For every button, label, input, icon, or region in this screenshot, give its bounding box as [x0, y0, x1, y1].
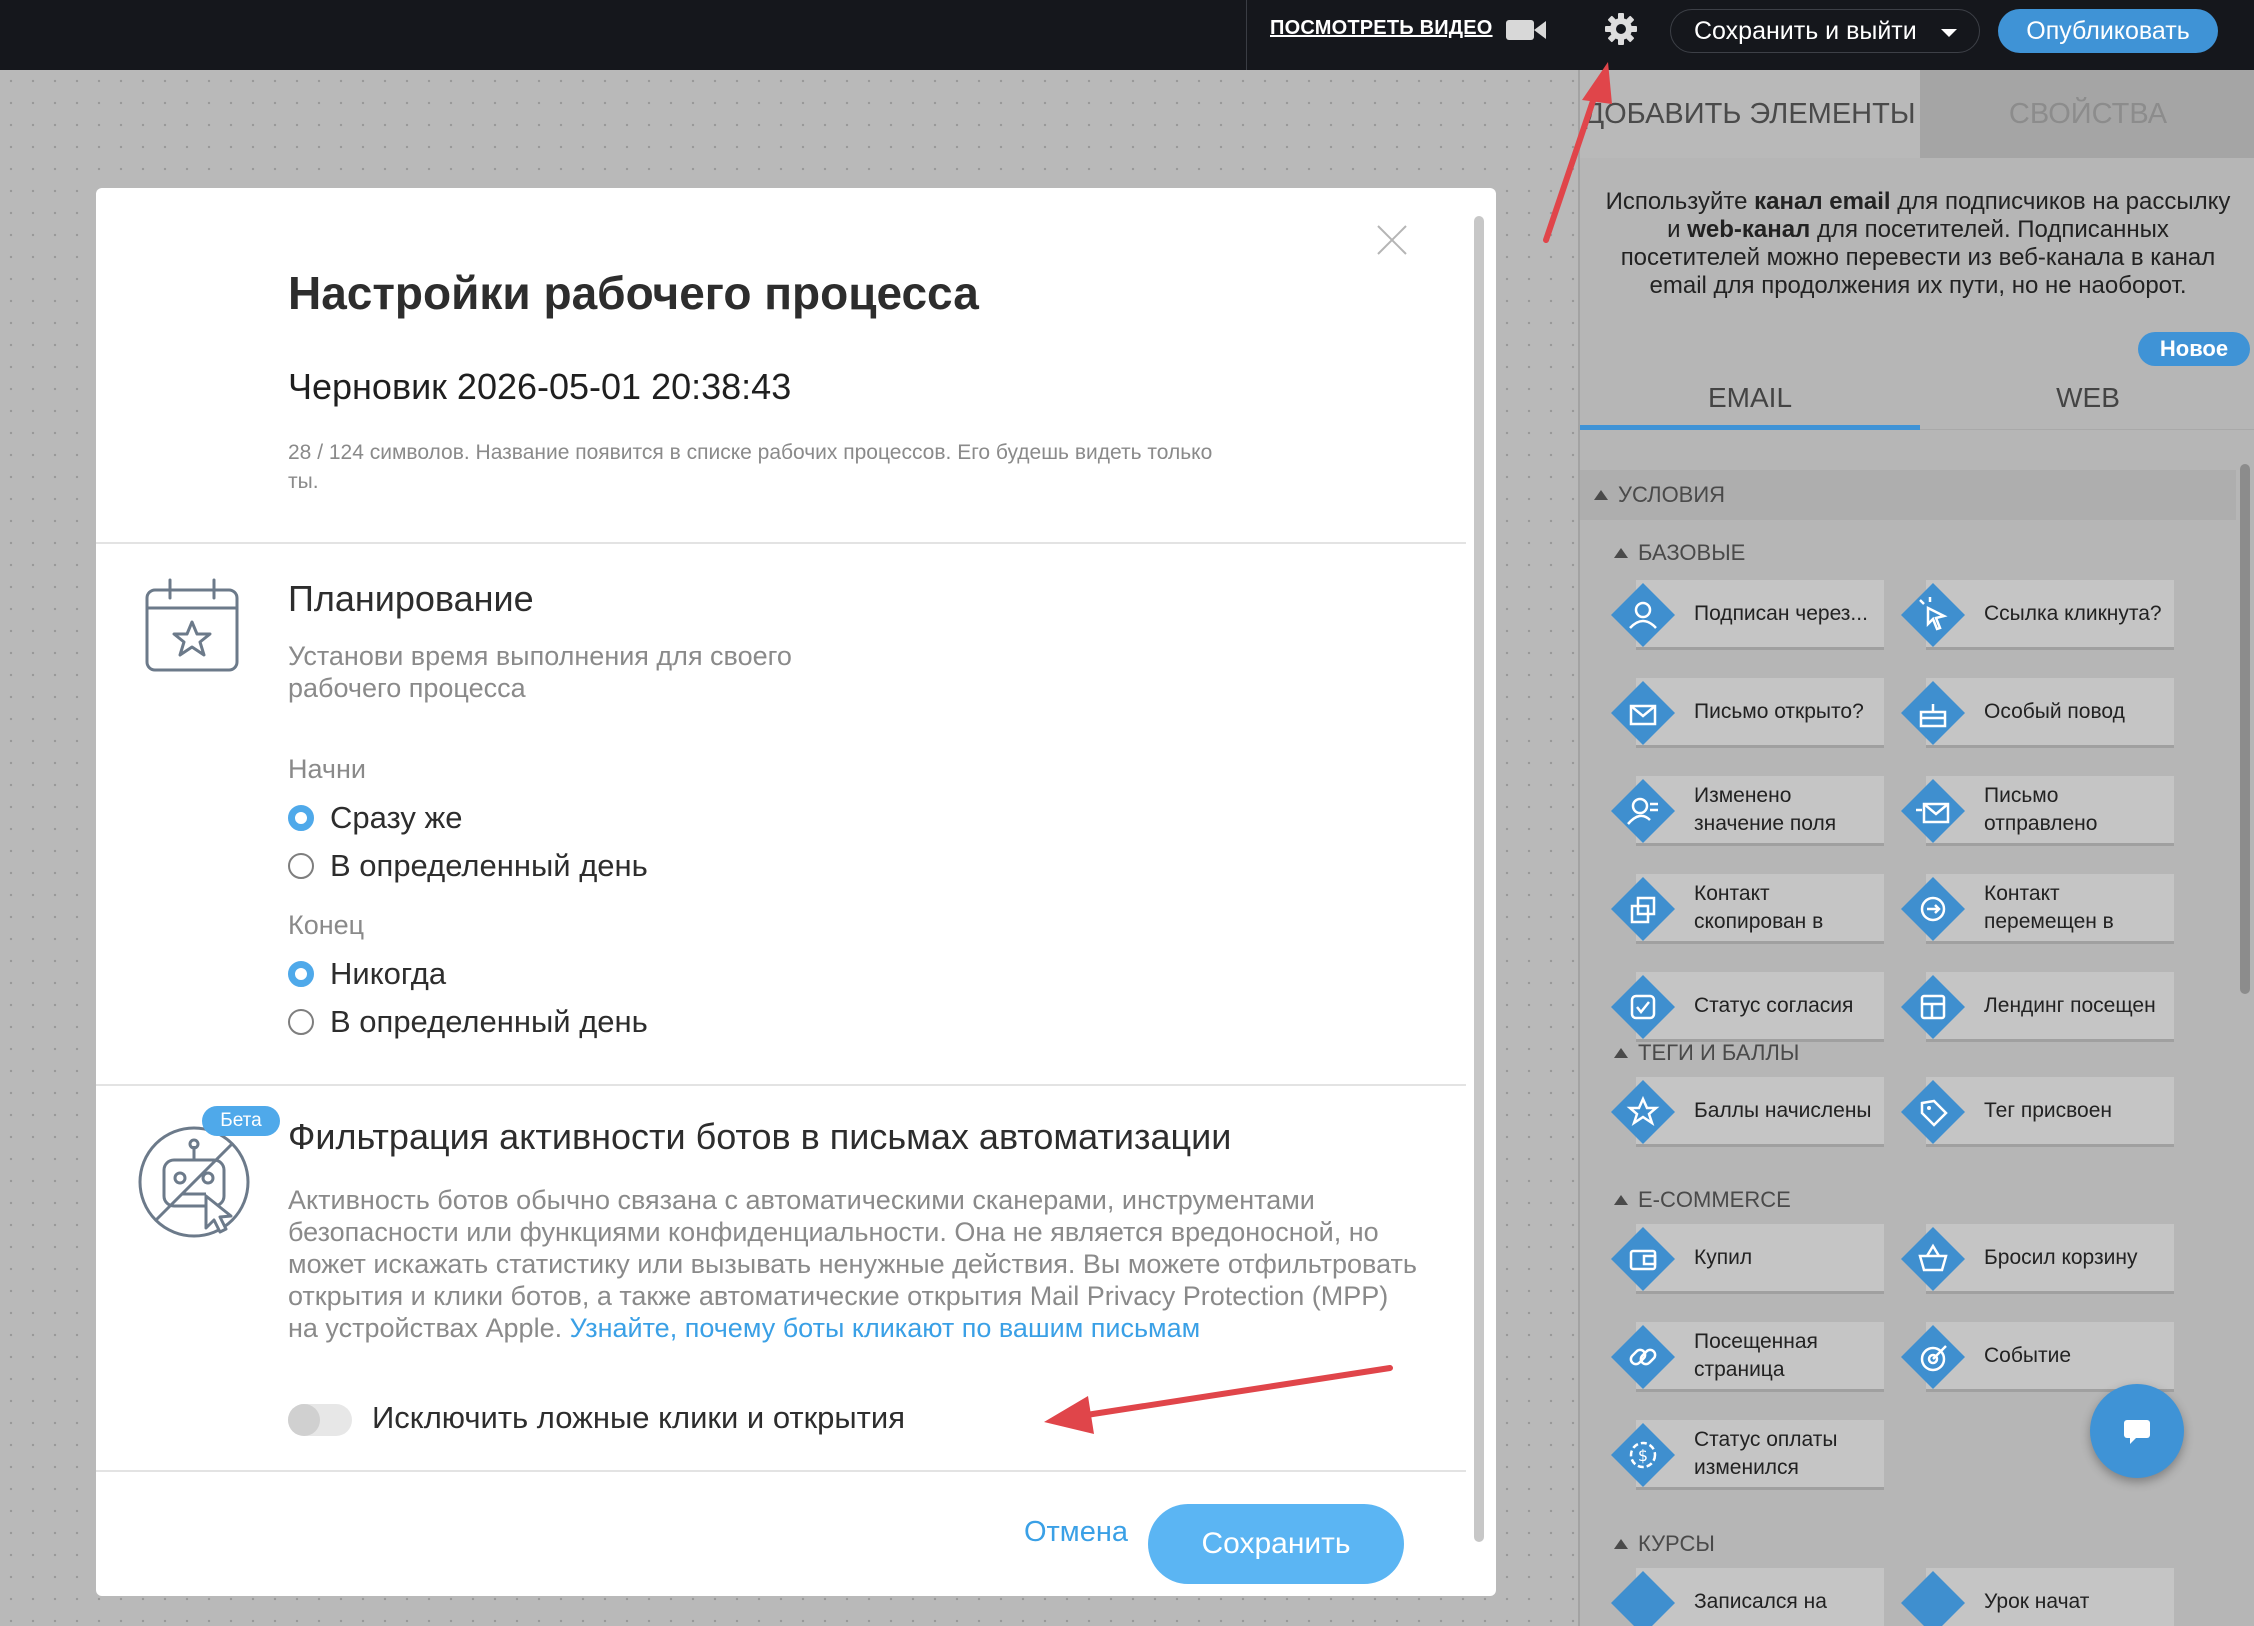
save-button[interactable]: Сохранить — [1148, 1504, 1404, 1584]
radio-unselected[interactable] — [288, 853, 314, 879]
tab-add-elements[interactable]: ДОБАВИТЬ ЭЛЕМЕНТЫ — [1580, 70, 1920, 158]
watch-video-link[interactable]: ПОСМОТРЕТЬ ВИДЕО — [1270, 17, 1493, 40]
tab-email-channel[interactable]: EMAIL — [1580, 366, 1920, 430]
divider — [96, 542, 1466, 544]
element-tile[interactable]: Письмо открыто? — [1602, 676, 1884, 750]
name-hint: 28 / 124 символов. Название появится в с… — [288, 441, 1213, 493]
element-tile[interactable]: Контакт скопирован в — [1602, 872, 1884, 946]
channel-info-text: Используйте канал email для подписчиков … — [1605, 188, 2231, 299]
radio-unselected[interactable] — [288, 1009, 314, 1035]
user-edit-icon — [1611, 779, 1675, 843]
triangle-up-icon — [1614, 1539, 1628, 1549]
cake-icon — [1901, 681, 1965, 745]
publish-button[interactable]: Опубликовать — [1998, 9, 2218, 53]
top-bar: ПОСМОТРЕТЬ ВИДЕО Сохранить и выйти Опубл… — [0, 0, 2254, 70]
basket-icon — [1901, 1227, 1965, 1291]
element-tile[interactable]: Изменено значение поля — [1602, 774, 1884, 848]
library-scrollbar-thumb[interactable] — [2240, 464, 2250, 994]
end-specific-day-option[interactable]: В определенный день — [288, 1002, 648, 1042]
library-scrollbar[interactable] — [2238, 462, 2252, 1622]
scheduling-description: Установи время выполнения для своего раб… — [288, 641, 792, 703]
envelope-send-icon — [1901, 779, 1965, 843]
element-tile[interactable]: Урок начат — [1892, 1566, 2174, 1626]
modal-scrollbar[interactable] — [1472, 216, 1486, 1552]
end-never-option[interactable]: Никогда — [288, 954, 446, 994]
element-tile[interactable]: Баллы начислены — [1602, 1075, 1884, 1149]
radio-selected[interactable] — [288, 961, 314, 987]
envelope-open-icon — [1611, 681, 1675, 745]
learn-bots-link[interactable]: Узнайте, почему боты кликают по вашим пи… — [570, 1313, 1201, 1343]
radio-selected[interactable] — [288, 805, 314, 831]
triangle-up-icon — [1594, 490, 1608, 500]
cancel-button[interactable]: Отмена — [976, 1504, 1176, 1560]
calendar-star-icon — [145, 578, 239, 672]
triangle-up-icon — [1614, 1195, 1628, 1205]
wallet-icon — [1611, 1227, 1675, 1291]
bot-filter-title: Фильтрация активности ботов в письмах ав… — [288, 1116, 1232, 1157]
arrow-circle-icon — [1901, 877, 1965, 941]
exclude-false-clicks-label: Исключить ложные клики и открытия — [372, 1400, 905, 1435]
chat-button[interactable] — [2090, 1384, 2184, 1478]
bot-filter-description: Активность ботов обычно связана с автома… — [288, 1185, 1417, 1343]
element-icon — [1901, 1571, 1965, 1626]
element-tile[interactable]: Бросил корзину — [1892, 1222, 2174, 1296]
workflow-settings-modal: Настройки рабочего процесса Черновик 202… — [96, 188, 1496, 1596]
start-specific-day-option[interactable]: В определенный день — [288, 846, 648, 886]
star-icon — [1611, 1080, 1675, 1144]
save-and-exit-button[interactable]: Сохранить и выйти — [1670, 9, 1980, 53]
element-tile[interactable]: Событие — [1892, 1320, 2174, 1394]
element-tile[interactable]: Письмо отправлено — [1892, 774, 2174, 848]
close-icon[interactable] — [1376, 224, 1408, 256]
divider — [96, 1084, 1466, 1086]
svg-text:$: $ — [1638, 1446, 1648, 1465]
end-label: Конец — [288, 910, 365, 940]
element-tile[interactable]: Подписан через... — [1602, 578, 1884, 652]
tab-web-channel[interactable]: WEB — [1920, 366, 2254, 430]
element-tile[interactable]: Тег присвоен — [1892, 1075, 2174, 1149]
element-tile[interactable]: Контакт перемещен в — [1892, 872, 2174, 946]
element-icon — [1611, 1571, 1675, 1626]
video-camera-icon[interactable] — [1506, 18, 1546, 42]
target-icon — [1901, 1325, 1965, 1389]
user-icon — [1611, 583, 1675, 647]
beta-badge: Бета — [202, 1106, 280, 1136]
element-tile[interactable]: Ссылка кликнута? — [1892, 578, 2174, 652]
start-immediately-option[interactable]: Сразу же — [288, 798, 462, 838]
copy-icon — [1611, 877, 1675, 941]
subsection-basic[interactable]: БАЗОВЫЕ — [1580, 528, 2236, 578]
modal-scrollbar-thumb[interactable] — [1474, 216, 1484, 1542]
scheduling-title: Планирование — [288, 578, 534, 619]
payment-icon: $ — [1611, 1423, 1675, 1487]
workflow-name-field[interactable]: Черновик 2026-05-01 20:38:43 — [288, 366, 791, 408]
new-badge: Новое — [2138, 332, 2250, 366]
save-and-exit-label: Сохранить и выйти — [1694, 17, 1917, 45]
chevron-down-icon — [1941, 29, 1957, 37]
triangle-up-icon — [1614, 1048, 1628, 1058]
subsection-ecommerce[interactable]: E-COMMERCE — [1580, 1175, 2236, 1225]
element-tile[interactable]: Записался на — [1602, 1566, 1884, 1626]
cursor-click-icon — [1901, 583, 1965, 647]
top-bar-separator — [1246, 0, 1247, 70]
element-tile[interactable]: Посещенная страница — [1602, 1320, 1884, 1394]
tab-properties[interactable]: СВОЙСТВА — [1920, 70, 2254, 158]
triangle-up-icon — [1614, 548, 1628, 558]
gear-icon[interactable] — [1604, 12, 1638, 46]
element-tile[interactable]: Купил — [1602, 1222, 1884, 1296]
section-conditions[interactable]: УСЛОВИЯ — [1580, 470, 2236, 520]
exclude-false-clicks-toggle[interactable] — [288, 1404, 352, 1436]
tag-icon — [1901, 1080, 1965, 1144]
toggle-knob — [288, 1404, 320, 1436]
subsection-tags-points[interactable]: ТЕГИ И БАЛЛЫ — [1580, 1028, 2236, 1078]
link-icon — [1611, 1325, 1675, 1389]
subsection-courses[interactable]: КУРСЫ — [1580, 1519, 2236, 1569]
element-tile[interactable]: Особый повод — [1892, 676, 2174, 750]
start-label: Начни — [288, 754, 366, 784]
modal-title: Настройки рабочего процесса — [288, 267, 979, 319]
element-tile[interactable]: Статус оплаты изменился $ — [1602, 1418, 1884, 1492]
chat-icon — [2124, 1420, 2150, 1444]
divider — [96, 1470, 1466, 1472]
